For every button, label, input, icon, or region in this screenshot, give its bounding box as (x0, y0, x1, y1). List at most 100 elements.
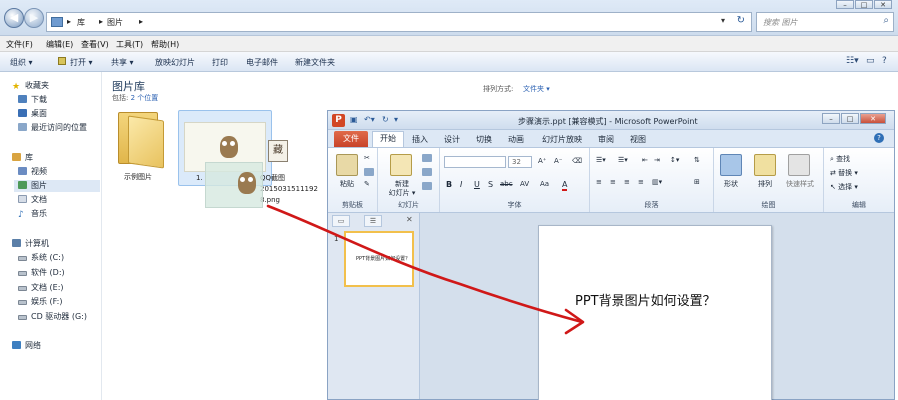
menu-tools[interactable]: 工具(T) (116, 39, 143, 50)
search-input[interactable]: 搜索 图片 ⌕ (756, 12, 894, 32)
minimize-button[interactable]: – (836, 0, 854, 9)
slide-thumbnail[interactable]: PPT背景图片如何设置？ (344, 231, 414, 287)
outline-tab-icon[interactable]: ☰ (364, 215, 382, 227)
chevron-down-icon[interactable]: ▾ (721, 16, 725, 25)
sort-dropdown[interactable]: 文件夹 ▾ (523, 84, 550, 94)
slide-canvas[interactable]: PPT背景图片如何设置？ (538, 225, 772, 400)
smartart-icon[interactable]: ⊞ (694, 178, 700, 186)
sidebar-item-drive-f[interactable]: 娱乐 (F:) (18, 296, 62, 308)
close-icon[interactable]: ✕ (406, 215, 413, 224)
tab-design[interactable]: 设计 (444, 134, 460, 145)
tab-slideshow[interactable]: 幻灯片放映 (542, 134, 582, 145)
sidebar-item-pictures[interactable]: 图片 (14, 180, 100, 192)
menu-view[interactable]: 查看(V) (81, 39, 109, 50)
quick-styles-icon[interactable] (788, 154, 810, 176)
ppt-close-button[interactable]: ✕ (860, 113, 886, 124)
align-left-icon[interactable]: ≡ (596, 178, 602, 186)
back-button[interactable]: ◀ (4, 8, 24, 28)
char-spacing-button[interactable]: AV (520, 180, 529, 188)
strikethrough-button[interactable]: abc (500, 180, 513, 188)
locations-link[interactable]: 2 个位置 (131, 94, 159, 102)
file-label[interactable]: QQ截图 2015031511192 8.png (260, 173, 318, 206)
breadcrumb-separator[interactable]: ▸ (99, 17, 103, 26)
save-icon[interactable]: ▣ (350, 115, 358, 124)
sidebar-item-recent[interactable]: 最近访问的位置 (18, 122, 87, 134)
text-direction-icon[interactable]: ⇅ (694, 156, 700, 164)
align-right-icon[interactable]: ≡ (624, 178, 630, 186)
new-slide-button[interactable]: 新建 幻灯片 ▾ (382, 180, 422, 198)
email-button[interactable]: 电子邮件 (246, 57, 278, 68)
redo-icon[interactable]: ↻ (382, 115, 389, 124)
sidebar-item-music[interactable]: ♪ 音乐 (18, 208, 47, 220)
copy-icon[interactable] (364, 168, 374, 176)
close-button[interactable]: ✕ (874, 0, 892, 9)
bold-button[interactable]: B (446, 180, 452, 189)
sidebar-item-documents[interactable]: 文档 (18, 194, 47, 206)
align-center-icon[interactable]: ≡ (610, 178, 616, 186)
arrange-icon[interactable] (754, 154, 776, 176)
breadcrumb-separator[interactable]: ▸ (139, 17, 143, 26)
justify-icon[interactable]: ≡ (638, 178, 644, 186)
shapes-icon[interactable] (720, 154, 742, 176)
sidebar-item-drive-c[interactable]: 系统 (C:) (18, 252, 64, 264)
sidebar-libraries[interactable]: 库 (12, 152, 33, 164)
organize-button[interactable]: 组织 ▾ (10, 57, 33, 68)
clear-format-icon[interactable]: ⌫ (572, 157, 582, 165)
sidebar-computer[interactable]: 计算机 (12, 238, 49, 250)
select-button[interactable]: ↖ 选择 ▾ (830, 182, 858, 192)
paste-button[interactable]: 粘贴 (336, 180, 358, 189)
qq-screenshot-thumbnail[interactable]: 藏 (268, 140, 288, 162)
layout-icon[interactable] (422, 154, 432, 162)
tab-animations[interactable]: 动画 (508, 134, 524, 145)
columns-icon[interactable]: ▥▾ (652, 178, 662, 186)
increase-indent-icon[interactable]: ⇥ (654, 156, 660, 164)
shadow-button[interactable]: S (488, 180, 493, 189)
new-folder-button[interactable]: 新建文件夹 (295, 57, 335, 68)
ppt-maximize-button[interactable]: □ (841, 113, 859, 124)
customize-icon[interactable]: ▾ (394, 115, 398, 124)
sidebar-item-drive-g[interactable]: CD 驱动器 (G:) (18, 311, 87, 323)
preview-pane-icon[interactable]: ▭ (866, 56, 875, 66)
cut-icon[interactable]: ✂ (364, 154, 370, 162)
tab-view[interactable]: 视图 (630, 134, 646, 145)
help-icon[interactable]: ? (882, 56, 887, 66)
menu-edit[interactable]: 编辑(E) (46, 39, 73, 50)
sidebar-item-drive-e[interactable]: 文档 (E:) (18, 282, 64, 294)
folder-icon[interactable] (118, 112, 164, 169)
section-icon[interactable] (422, 182, 432, 190)
tab-insert[interactable]: 插入 (412, 134, 428, 145)
font-color-button[interactable]: A (562, 180, 568, 191)
arrange-button[interactable]: 排列 (748, 180, 782, 189)
sidebar-item-videos[interactable]: 视频 (18, 166, 47, 178)
sidebar-item-downloads[interactable]: 下载 (18, 94, 47, 106)
slide-title-text[interactable]: PPT背景图片如何设置？ (575, 290, 716, 309)
reset-icon[interactable] (422, 168, 432, 176)
bullets-icon[interactable]: ☰▾ (596, 156, 606, 164)
maximize-button[interactable]: □ (855, 0, 873, 9)
italic-button[interactable]: I (460, 180, 462, 189)
sidebar-item-desktop[interactable]: 桌面 (18, 108, 47, 120)
undo-icon[interactable]: ↶▾ (364, 115, 375, 124)
new-slide-icon[interactable] (390, 154, 412, 176)
line-spacing-icon[interactable]: ↕▾ (670, 156, 679, 164)
folder-label[interactable]: 示例图片 (124, 172, 152, 182)
tab-review[interactable]: 审阅 (598, 134, 614, 145)
open-button[interactable]: 打开 ▾ (70, 57, 93, 68)
ppt-minimize-button[interactable]: – (822, 113, 840, 124)
change-case-button[interactable]: Aa (540, 180, 549, 188)
find-button[interactable]: ⌕ 查找 (830, 154, 850, 164)
menu-file[interactable]: 文件(F) (6, 39, 33, 50)
address-bar[interactable]: ▸ 库 ▸ 图片 ▸ ▾ ↻ (46, 12, 752, 32)
print-button[interactable]: 打印 (212, 57, 228, 68)
sidebar-network[interactable]: 网络 (12, 340, 41, 352)
tab-home[interactable]: 开始 (372, 131, 404, 147)
font-size-input[interactable]: 32 (508, 156, 532, 168)
powerpoint-logo-icon[interactable]: P (332, 114, 345, 127)
share-button[interactable]: 共享 ▾ (111, 57, 134, 68)
tab-file[interactable]: 文件 (334, 131, 368, 147)
breadcrumb-pictures[interactable]: 图片 (107, 17, 123, 28)
paste-icon[interactable] (336, 154, 358, 176)
replace-button[interactable]: ⇄ 替换 ▾ (830, 168, 858, 178)
numbering-icon[interactable]: ☰▾ (618, 156, 628, 164)
file-label[interactable]: 1. (196, 174, 203, 182)
